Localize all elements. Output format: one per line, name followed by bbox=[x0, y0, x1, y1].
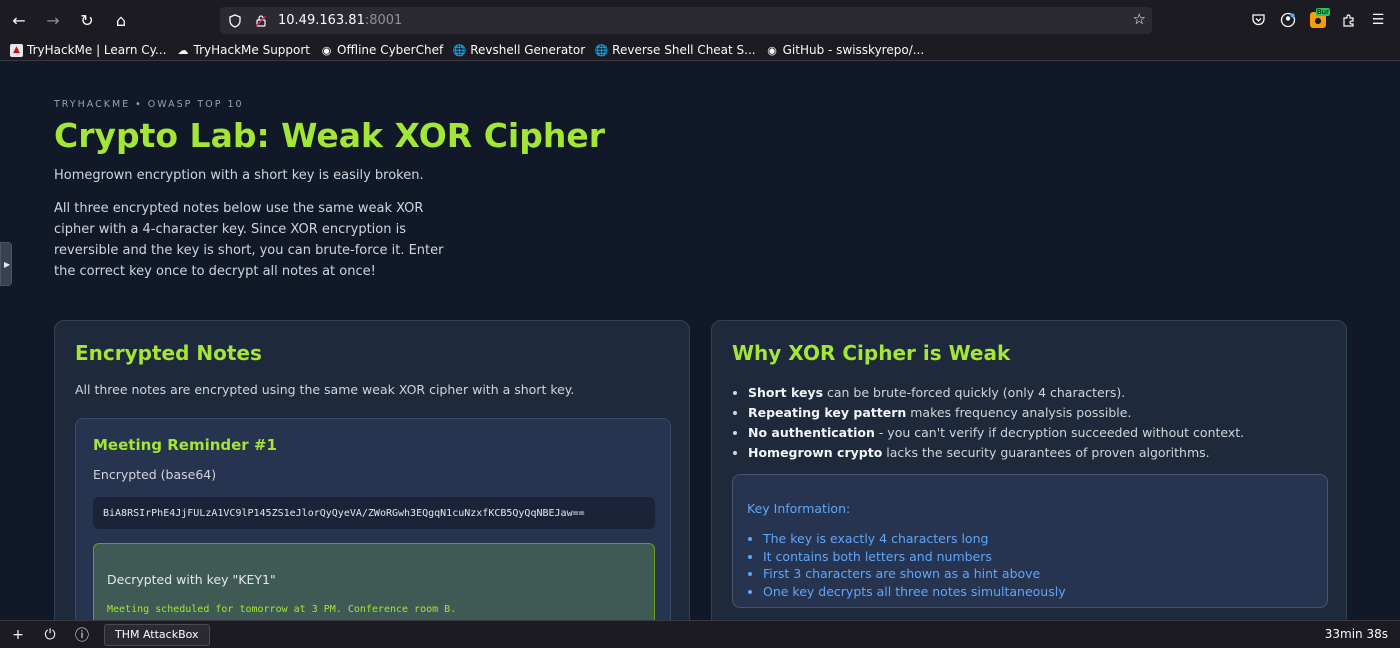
key-information-heading: Key Information: bbox=[747, 501, 851, 516]
extensions-puzzle-icon[interactable] bbox=[1336, 5, 1360, 35]
list-item: Homegrown crypto lacks the security guar… bbox=[748, 443, 1244, 463]
ciphertext-box: BiA8RSIrPhE4JjFULzA1VC9lP145ZS1eJlorQyQy… bbox=[93, 497, 655, 529]
browser-toolbar: ← → ↻ ⌂ 10.49.163.81:8001 ☆ ● Bur ☰ bbox=[0, 0, 1400, 40]
list-item: First 3 characters are shown as a hint a… bbox=[763, 565, 1066, 583]
description-text: All three encrypted notes below use the … bbox=[54, 201, 444, 279]
bookmark-label: Reverse Shell Cheat S... bbox=[612, 43, 756, 57]
lead-text: Homegrown encryption with a short key is… bbox=[54, 168, 424, 183]
page-title: Crypto Lab: Weak XOR Cipher bbox=[54, 116, 605, 155]
sidebar-toggle-handle[interactable]: ▶ bbox=[0, 242, 12, 286]
bookmark-tryhackme[interactable]: ▲ TryHackMe | Learn Cy... bbox=[10, 43, 167, 57]
bookmark-label: TryHackMe Support bbox=[193, 43, 311, 57]
encrypted-notes-subtitle: All three notes are encrypted using the … bbox=[75, 382, 575, 397]
why-weak-card: Why XOR Cipher is Weak Short keys can be… bbox=[711, 320, 1347, 620]
list-item: Short keys can be brute-forced quickly (… bbox=[748, 383, 1244, 403]
address-bar[interactable]: 10.49.163.81:8001 ☆ bbox=[220, 7, 1152, 34]
url-port: :8001 bbox=[364, 13, 403, 28]
list-item: One key decrypts all three notes simulta… bbox=[763, 583, 1066, 601]
power-icon[interactable]: ⏻ bbox=[36, 621, 64, 648]
url-text: 10.49.163.81:8001 bbox=[278, 13, 402, 28]
bookmark-label: Revshell Generator bbox=[470, 43, 586, 57]
url-host: 10.49.163.81 bbox=[278, 13, 365, 28]
burp-badge: Bur bbox=[1315, 8, 1330, 16]
session-timer: 33min 38s bbox=[1324, 627, 1388, 641]
account-icon[interactable] bbox=[1276, 5, 1300, 35]
chef-icon: ◉ bbox=[321, 43, 332, 57]
page-content: ▶ TRYHACKME • OWASP TOP 10 Crypto Lab: W… bbox=[0, 62, 1400, 620]
list-item: The key is exactly 4 characters long bbox=[763, 530, 1066, 548]
menu-hamburger-icon[interactable]: ☰ bbox=[1366, 5, 1390, 35]
reason-strong: Short keys bbox=[748, 385, 824, 400]
bookmark-label: TryHackMe | Learn Cy... bbox=[27, 43, 167, 57]
reload-icon[interactable]: ↻ bbox=[72, 5, 102, 35]
bookmark-star-icon[interactable]: ☆ bbox=[1133, 10, 1146, 28]
github-icon: ◉ bbox=[767, 43, 777, 57]
bookmark-reverse-shell[interactable]: 🌐 Reverse Shell Cheat S... bbox=[594, 43, 756, 57]
burp-extension-icon[interactable]: ● Bur bbox=[1306, 5, 1330, 35]
key-information-box: Key Information: The key is exactly 4 ch… bbox=[732, 474, 1328, 608]
globe-icon: 🌐 bbox=[594, 43, 609, 57]
encrypted-notes-card: Encrypted Notes All three notes are encr… bbox=[54, 320, 690, 620]
cloud-icon: ☁ bbox=[177, 43, 189, 57]
plus-icon[interactable]: + bbox=[4, 621, 32, 648]
note-title: Meeting Reminder #1 bbox=[93, 436, 277, 454]
globe-icon: 🌐 bbox=[452, 43, 467, 57]
pocket-icon[interactable] bbox=[1246, 5, 1270, 35]
shield-icon[interactable] bbox=[224, 13, 246, 28]
reason-text: - you can't verify if decryption succeed… bbox=[874, 425, 1245, 440]
bookmark-label: Offline CyberChef bbox=[337, 43, 444, 57]
list-item: No authentication - you can't verify if … bbox=[748, 423, 1244, 443]
weakness-list: Short keys can be brute-forced quickly (… bbox=[748, 383, 1244, 463]
bookmark-github[interactable]: ◉ GitHub - swisskyrepo/... bbox=[766, 43, 925, 57]
bookmark-cyberchef[interactable]: ◉ Offline CyberChef bbox=[320, 43, 444, 57]
taskbar: + ⏻ ⓘ THM AttackBox 33min 38s bbox=[0, 620, 1400, 648]
bookmark-thm-support[interactable]: ☁ TryHackMe Support bbox=[177, 43, 311, 57]
reason-strong: Repeating key pattern bbox=[748, 405, 907, 420]
plaintext: Meeting scheduled for tomorrow at 3 PM. … bbox=[107, 604, 457, 615]
reason-text: can be brute-forced quickly (only 4 char… bbox=[823, 385, 1126, 400]
attackbox-app-button[interactable]: THM AttackBox bbox=[104, 623, 210, 646]
info-icon[interactable]: ⓘ bbox=[68, 621, 96, 648]
list-item: Repeating key pattern makes frequency an… bbox=[748, 403, 1244, 423]
bookmarks-bar: ▲ TryHackMe | Learn Cy... ☁ TryHackMe Supp… bbox=[0, 40, 1400, 61]
insecure-lock-icon[interactable] bbox=[250, 14, 272, 28]
decrypted-box: Decrypted with key "KEY1" Meeting schedu… bbox=[93, 543, 655, 620]
bookmark-revshell[interactable]: 🌐 Revshell Generator bbox=[453, 43, 585, 57]
back-arrow-icon[interactable]: ← bbox=[4, 5, 34, 35]
note-card: Meeting Reminder #1 Encrypted (base64) B… bbox=[75, 418, 671, 620]
forward-arrow-icon[interactable]: → bbox=[38, 5, 68, 35]
chevron-right-icon: ▶ bbox=[4, 260, 11, 269]
reason-text: lacks the security guarantees of proven … bbox=[882, 445, 1210, 460]
reason-strong: Homegrown crypto bbox=[748, 445, 883, 460]
list-item: It contains both letters and numbers bbox=[763, 548, 1066, 566]
key-information-list: The key is exactly 4 characters long It … bbox=[763, 530, 1066, 600]
bookmark-label: GitHub - swisskyrepo/... bbox=[782, 43, 925, 57]
reason-text: makes frequency analysis possible. bbox=[906, 405, 1132, 420]
why-weak-title: Why XOR Cipher is Weak bbox=[732, 341, 1011, 365]
eyebrow-text: TRYHACKME • OWASP TOP 10 bbox=[54, 99, 244, 110]
encrypted-label: Encrypted (base64) bbox=[93, 467, 217, 482]
tryhackme-icon: ▲ bbox=[10, 43, 23, 57]
reason-strong: No authentication bbox=[748, 425, 875, 440]
home-icon[interactable]: ⌂ bbox=[106, 5, 136, 35]
encrypted-notes-title: Encrypted Notes bbox=[75, 341, 262, 365]
decrypted-label: Decrypted with key "KEY1" bbox=[107, 572, 276, 587]
